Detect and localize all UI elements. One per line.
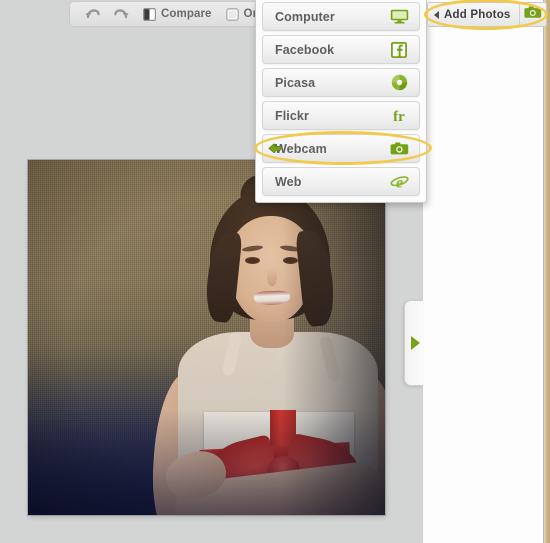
photo-canvas[interactable] xyxy=(28,160,385,515)
editor-toolbar: Compare Orig xyxy=(70,2,283,26)
facebook-icon xyxy=(388,42,410,58)
internet-explorer-icon: e xyxy=(388,173,410,190)
redo-button[interactable] xyxy=(107,4,136,24)
menu-item-flickr[interactable]: Flickr fr xyxy=(262,101,420,130)
add-photos-label: Add Photos xyxy=(444,9,511,21)
add-photos-camera[interactable] xyxy=(520,3,546,26)
right-side-panel xyxy=(422,0,543,543)
menu-item-label: Flickr xyxy=(275,109,309,123)
triangle-right-icon xyxy=(411,336,420,350)
undo-arrow-icon xyxy=(85,8,100,21)
undo-button[interactable] xyxy=(78,4,107,24)
monitor-icon xyxy=(388,9,410,24)
menu-item-label: Facebook xyxy=(275,43,334,57)
cursor-pointer-icon xyxy=(268,141,282,159)
camera-icon xyxy=(388,141,410,156)
add-photos-button[interactable]: Add Photos xyxy=(427,2,547,27)
redo-arrow-icon xyxy=(114,8,129,21)
menu-item-computer[interactable]: Computer xyxy=(262,2,420,31)
add-photos-main[interactable]: Add Photos xyxy=(428,3,520,26)
camera-icon xyxy=(524,5,542,24)
menu-item-label: Web xyxy=(275,175,301,189)
triangle-left-icon xyxy=(434,11,439,19)
photo-vignette xyxy=(28,160,385,515)
compare-button[interactable]: Compare xyxy=(136,4,219,24)
svg-text:fr: fr xyxy=(393,109,405,124)
menu-item-webcam[interactable]: Webcam xyxy=(262,134,420,163)
menu-item-web[interactable]: Web e xyxy=(262,167,420,196)
window-edge-strip xyxy=(543,0,550,543)
compare-label: Compare xyxy=(161,8,212,20)
menu-item-label: Webcam xyxy=(275,142,327,156)
photo-image xyxy=(28,160,385,515)
add-photos-source-menu: Computer Facebook Picasa xyxy=(255,0,427,203)
menu-item-label: Computer xyxy=(275,10,335,24)
menu-item-label: Picasa xyxy=(275,76,315,90)
split-square-icon xyxy=(143,8,156,21)
expand-panel-handle[interactable] xyxy=(404,300,423,386)
app-window: Compare Orig Add Photos xyxy=(0,0,550,543)
menu-item-picasa[interactable]: Picasa xyxy=(262,68,420,97)
flickr-icon: fr xyxy=(388,107,410,124)
checkbox-square-icon xyxy=(226,8,239,21)
picasa-icon xyxy=(388,74,410,91)
menu-item-facebook[interactable]: Facebook xyxy=(262,35,420,64)
